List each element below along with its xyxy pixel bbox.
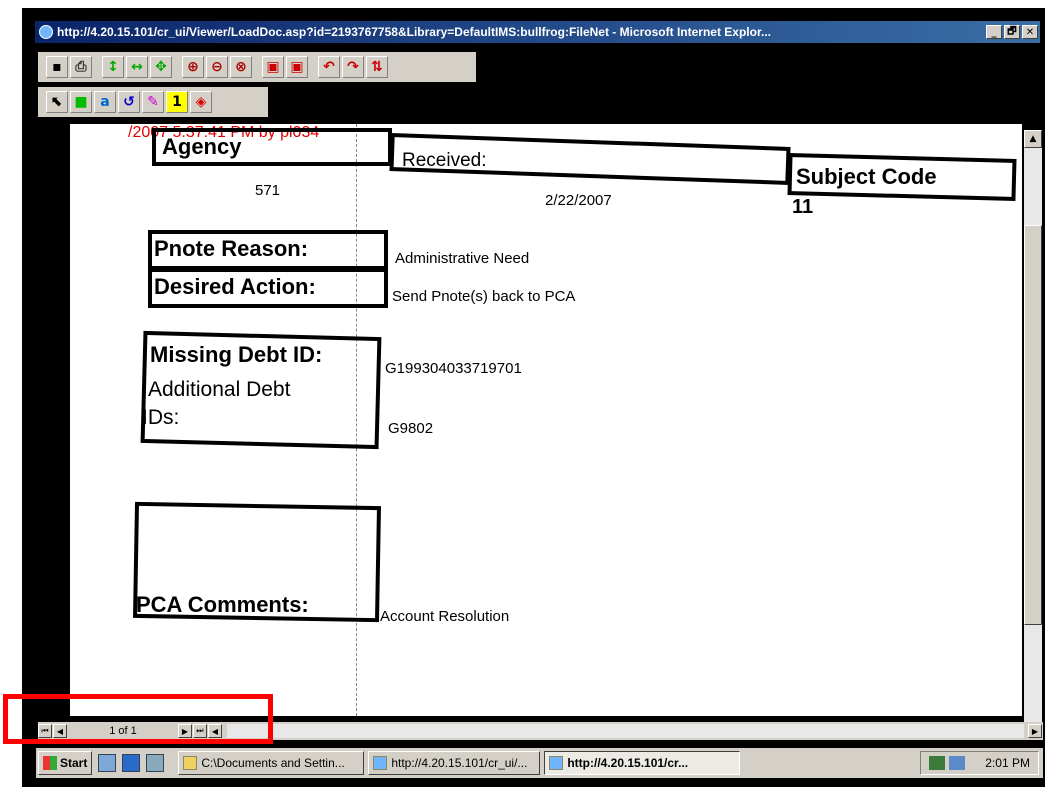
double-page-icon[interactable]: ▣ bbox=[286, 56, 308, 78]
show-desktop-icon[interactable] bbox=[98, 754, 117, 772]
start-button[interactable]: Start bbox=[38, 751, 93, 775]
annotation-toolbar: ⬉ ■ a ↺ ✎ 1 ◈ bbox=[38, 87, 268, 117]
rotate-left-icon[interactable]: ↶ bbox=[318, 56, 340, 78]
scroll-right-icon[interactable]: ▶ bbox=[1028, 724, 1042, 738]
scroll-up-icon[interactable]: ▲ bbox=[1024, 130, 1042, 148]
taskbar: Start C:\Documents and Settin... http://… bbox=[36, 748, 1043, 778]
fit-page-icon[interactable]: ✥ bbox=[150, 56, 172, 78]
save-icon[interactable]: ▪ bbox=[46, 56, 68, 78]
zoom-area-icon[interactable]: ⊗ bbox=[230, 56, 252, 78]
print-icon[interactable]: ⎙ bbox=[70, 56, 92, 78]
received-value: 2/22/2007 bbox=[545, 192, 612, 209]
pnote-reason-label: Pnote Reason: bbox=[154, 236, 309, 261]
start-label: Start bbox=[60, 756, 88, 770]
fit-width-icon[interactable]: ↔ bbox=[126, 56, 148, 78]
scroll-thumb[interactable] bbox=[1024, 225, 1042, 625]
subject-code-value: 11 bbox=[792, 196, 814, 218]
desired-action-label: Desired Action: bbox=[154, 274, 316, 299]
single-page-icon[interactable]: ▣ bbox=[262, 56, 284, 78]
rotate-right-icon[interactable]: ↷ bbox=[342, 56, 364, 78]
missing-debt-label: Missing Debt ID: bbox=[150, 342, 323, 367]
task-explorer[interactable]: C:\Documents and Settin... bbox=[178, 751, 365, 775]
pen-icon[interactable]: ✎ bbox=[142, 91, 164, 113]
text-note-icon[interactable]: a bbox=[94, 91, 116, 113]
zoom-out-icon[interactable]: ⊖ bbox=[206, 56, 228, 78]
fit-height-icon[interactable]: ↕ bbox=[102, 56, 124, 78]
pnote-reason-value: Administrative Need bbox=[395, 250, 530, 267]
network-icon[interactable] bbox=[929, 756, 946, 770]
received-label: Received: bbox=[402, 150, 487, 171]
document-view[interactable]: /2007 5:37:41 PM by pl034 Agency 571 Rec… bbox=[50, 124, 1022, 716]
title-bar[interactable]: http://4.20.15.101/cr_ui/Viewer/LoadDoc.… bbox=[35, 21, 1040, 43]
zoom-in-icon[interactable]: ⊕ bbox=[182, 56, 204, 78]
task-ie-1[interactable]: http://4.20.15.101/cr_ui/... bbox=[368, 751, 541, 775]
maximize-button[interactable]: 🗗 bbox=[1004, 25, 1020, 39]
internet-explorer-icon[interactable] bbox=[122, 754, 141, 772]
additional-debt-label-line2: IDs: bbox=[142, 406, 180, 429]
agency-label: Agency bbox=[162, 134, 242, 159]
folder-icon bbox=[183, 756, 198, 770]
pca-comments-value: Account Resolution bbox=[380, 608, 510, 625]
undo-icon[interactable]: ↺ bbox=[118, 91, 140, 113]
window-title: http://4.20.15.101/cr_ui/Viewer/LoadDoc.… bbox=[57, 25, 771, 39]
select-icon[interactable]: ⬉ bbox=[46, 91, 68, 113]
stamp-icon[interactable]: ◈ bbox=[190, 91, 212, 113]
highlight-icon[interactable]: ■ bbox=[70, 91, 92, 113]
horizontal-scrollbar[interactable] bbox=[227, 724, 1024, 738]
windows-logo-icon bbox=[43, 756, 57, 770]
clock[interactable]: 2:01 PM bbox=[985, 756, 1030, 770]
scan-edge bbox=[50, 124, 70, 716]
monitor-icon[interactable] bbox=[949, 756, 966, 770]
subject-code-label: Subject Code bbox=[796, 164, 937, 189]
task-ie-2[interactable]: http://4.20.15.101/cr... bbox=[544, 751, 741, 775]
pca-comments-label: PCA Comments: bbox=[136, 592, 309, 617]
close-button[interactable]: ✕ bbox=[1022, 25, 1038, 39]
minimize-button[interactable]: _ bbox=[986, 25, 1002, 39]
outlook-icon[interactable] bbox=[146, 754, 165, 772]
additional-debt-value: G9802 bbox=[388, 420, 434, 437]
vertical-scrollbar[interactable]: ▲ ▼ bbox=[1024, 130, 1042, 740]
system-tray: 2:01 PM bbox=[920, 751, 1039, 775]
viewer-toolbar: ▪ ⎙ ↕ ↔ ✥ ⊕ ⊖ ⊗ ▣ ▣ ↶ ↷ ⇅ bbox=[38, 52, 476, 82]
highlight-box bbox=[3, 694, 273, 744]
flip-icon[interactable]: ⇅ bbox=[366, 56, 388, 78]
ie-page-icon bbox=[549, 756, 564, 770]
ie-page-icon bbox=[373, 756, 388, 770]
desired-action-value: Send Pnote(s) back to PCA bbox=[392, 288, 576, 305]
ie-logo-icon bbox=[39, 25, 53, 39]
missing-debt-value: G199304033719701 bbox=[385, 360, 522, 377]
sticky-note-icon[interactable]: 1 bbox=[166, 91, 188, 113]
additional-debt-label-line1: Additional Debt bbox=[148, 378, 291, 401]
agency-value: 571 bbox=[255, 182, 281, 199]
